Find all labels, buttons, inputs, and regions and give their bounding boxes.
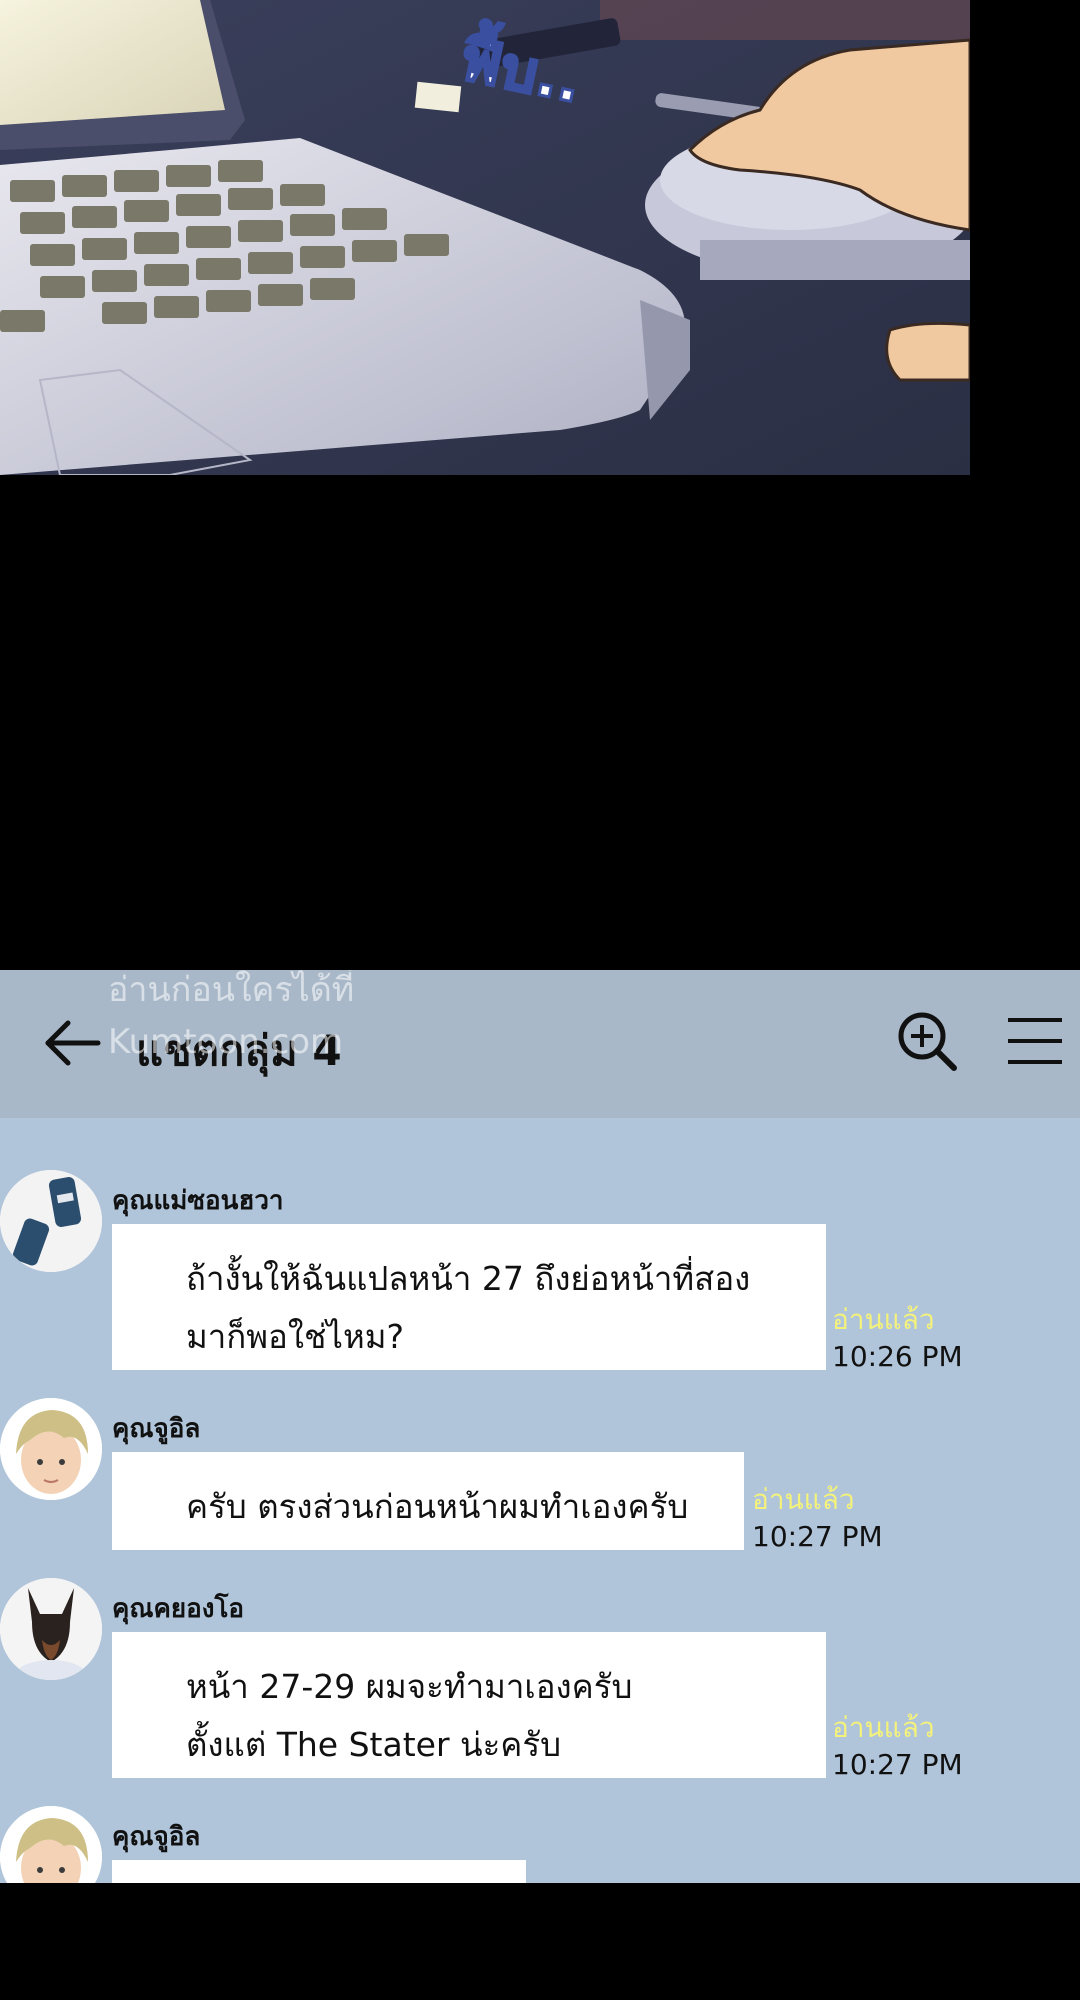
message-bubble[interactable]: หน้า 27-29 ผมจะทำมาเองครับ ตั้งแต่ The S… [112,1632,826,1778]
timestamp: 10:27 PM [752,1520,883,1553]
message-line: ครับ ตรงส่วนก่อนหน้าผมทำเองครับ [186,1487,689,1526]
avatar[interactable] [0,1170,102,1272]
avatar-cans-icon [0,1170,102,1272]
group-chat-panel: แชตกลุ่ม 4 อ่านก่อนใครได้ที่ Kumtoon.com [0,970,1080,1883]
message-line: ตั้งแต่ The Stater น่ะครับ [186,1725,562,1764]
sender-name: คุณคยองโอ [112,1594,245,1624]
watermark: อ่านก่อนใครได้ที่ Kumtoon.com [108,970,354,1068]
sender-name: คุณจูอิล [112,1414,201,1444]
laptop-desk-illustration: ฟื้บ.. [0,0,970,475]
comic-scene-panel: ฟื้บ.. [0,0,970,475]
search-button[interactable] [896,1010,958,1072]
sender-name: คุณแม่ซอนฮวา [112,1186,284,1216]
watermark-line-2: Kumtoon.com [108,1022,344,1062]
timestamp: 10:26 PM [832,1340,963,1373]
avatar[interactable] [0,1578,102,1680]
message-line: มาก็พอใช่ไหม? [186,1317,404,1356]
message-bubble[interactable] [112,1860,526,1883]
message-bubble[interactable]: ครับ ตรงส่วนก่อนหน้าผมทำเองครับ [112,1452,744,1550]
avatar-blond-man-icon [0,1806,102,1883]
message-line: ถ้างั้นให้ฉันแปลหน้า 27 ถึงย่อหน้าที่สอง [186,1259,751,1298]
message-bubble[interactable]: ถ้างั้นให้ฉันแปลหน้า 27 ถึงย่อหน้าที่สอง… [112,1224,826,1370]
timestamp: 10:27 PM [832,1748,963,1781]
read-receipt: อ่านแล้ว [752,1483,855,1516]
avatar[interactable] [0,1398,102,1500]
watermark-line-1: อ่านก่อนใครได้ที่ [108,970,355,1010]
menu-button[interactable] [1006,1016,1064,1066]
read-receipt: อ่านแล้ว [832,1303,935,1336]
read-receipt: อ่านแล้ว [832,1711,935,1744]
arrow-left-icon [45,1020,101,1066]
sender-name: คุณจูอิล [112,1822,201,1852]
hamburger-menu-icon [1008,1018,1062,1064]
zoom-in-icon [898,1012,957,1071]
chat-header: แชตกลุ่ม 4 อ่านก่อนใครได้ที่ Kumtoon.com [0,970,1080,1118]
back-button[interactable] [42,1015,102,1071]
message-line: หน้า 27-29 ผมจะทำมาเองครับ [186,1667,633,1706]
avatar-doberman-icon [0,1578,102,1680]
avatar-blond-man-icon [0,1398,102,1500]
avatar[interactable] [0,1806,102,1883]
